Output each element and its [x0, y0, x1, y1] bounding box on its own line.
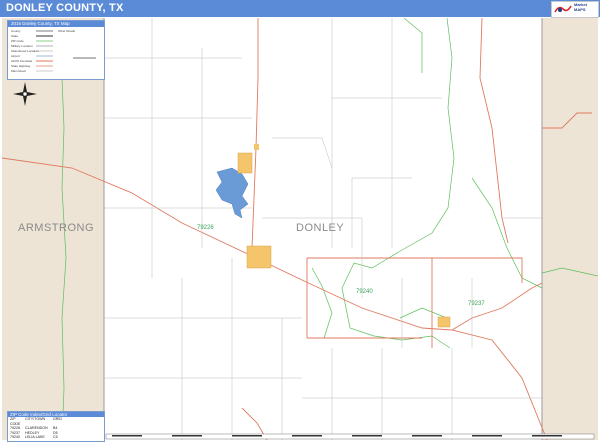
lake-water: [215, 167, 249, 219]
zip-index-header-zip: ZIP CODE: [10, 417, 21, 426]
legend-row-2: ZIP Code: [11, 39, 24, 43]
header-bar: DONLEY COUNTY, TX Market MAPS: [0, 0, 600, 18]
legend-row-6: IH/US Interstate: [11, 59, 33, 63]
zip-index-header-city: CITY/TOWN: [25, 417, 46, 421]
zip-index-zip: 79240: [10, 435, 20, 440]
legend-row-7: State Highway: [11, 64, 31, 68]
region-label-donley: DONLEY: [296, 222, 345, 234]
compass-rose-icon: [13, 82, 37, 106]
legend-row-0: County: [11, 29, 21, 33]
legend-row-1: State: [11, 34, 19, 38]
logo: Market MAPS: [551, 1, 599, 18]
logo-text: Market MAPS: [574, 2, 587, 12]
region-label-armstrong: ARMSTRONG: [18, 222, 94, 234]
zip-index-header-grid: GRID: [53, 417, 62, 421]
scale-bar: [105, 433, 595, 440]
zip-label-79237: 79237: [468, 301, 485, 307]
zip-index-header-row: ZIP CODE CITY/TOWN GRID: [8, 417, 104, 426]
urban-area-clarendon: [246, 245, 272, 269]
zip-label-79226: 79226: [197, 225, 214, 231]
zip-label-79240: 79240: [356, 289, 373, 295]
map-legend: 2016 Donley County, TX Map County State …: [7, 20, 105, 80]
logo-mark-icon: [554, 5, 572, 13]
legend-title: 2016 Donley County, TX Map: [8, 21, 104, 27]
outside-area-east: [542, 18, 598, 440]
zip-index-row: 79240 LELIA LAKE C5: [8, 435, 104, 440]
legend-row-5: Airport: [11, 54, 20, 58]
zip-index-table: ZIP Code Index/Grid Locator ZIP CODE CIT…: [7, 411, 105, 442]
page-title: DONLEY COUNTY, TX: [6, 2, 124, 14]
legend-row-4: Abandoned Location: [11, 49, 39, 53]
urban-area-hedley: [437, 316, 451, 328]
urban-area-north-small: [254, 144, 259, 150]
zip-index-city: LELIA LAKE: [25, 435, 45, 440]
zip-index-grid: C5: [53, 435, 58, 440]
urban-area-north: [237, 152, 253, 174]
legend-row-9: Other Roads: [58, 29, 76, 33]
logo-line2: MAPS: [574, 6, 586, 12]
legend-row-8: Main Road: [11, 69, 26, 73]
map-canvas[interactable]: ARMSTRONG DONLEY 79226 79240 79237: [2, 18, 598, 440]
legend-row-3: Military Location: [11, 44, 33, 48]
